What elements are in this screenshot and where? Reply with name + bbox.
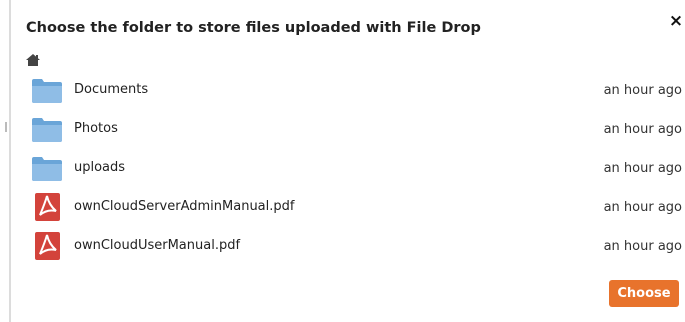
folder-icon [32,79,62,103]
background-page-mark [5,122,7,132]
file-date: an hour ago [603,122,682,137]
dialog-title: Choose the folder to store files uploade… [26,20,481,36]
file-picker-dialog: Choose the folder to store files uploade… [12,0,685,322]
file-date: an hour ago [603,239,682,254]
file-row-photos[interactable]: Photos an hour ago [12,109,685,148]
choose-button[interactable]: Choose [609,280,679,307]
breadcrumb [26,53,40,67]
file-name: Documents [74,82,149,97]
folder-icon [32,157,62,181]
background-page-edge [9,0,11,322]
file-row-documents[interactable]: Documents an hour ago [12,70,685,109]
file-name: ownCloudServerAdminManual.pdf [74,199,295,214]
file-row-uploads[interactable]: uploads an hour ago [12,148,685,187]
file-name: Photos [74,121,118,136]
file-date: an hour ago [603,83,682,98]
file-name: ownCloudUserManual.pdf [74,238,241,253]
file-row-admin-manual[interactable]: ownCloudServerAdminManual.pdf an hour ag… [12,187,685,226]
file-date: an hour ago [603,200,682,215]
folder-icon [32,118,62,142]
pdf-icon [35,193,60,221]
home-icon[interactable] [26,53,40,67]
file-name: uploads [74,160,126,175]
close-icon[interactable]: × [667,12,685,30]
file-list: Documents an hour ago Photos an hour ago… [12,70,685,265]
pdf-icon [35,232,60,260]
file-date: an hour ago [603,161,682,176]
file-row-user-manual[interactable]: ownCloudUserManual.pdf an hour ago [12,226,685,265]
